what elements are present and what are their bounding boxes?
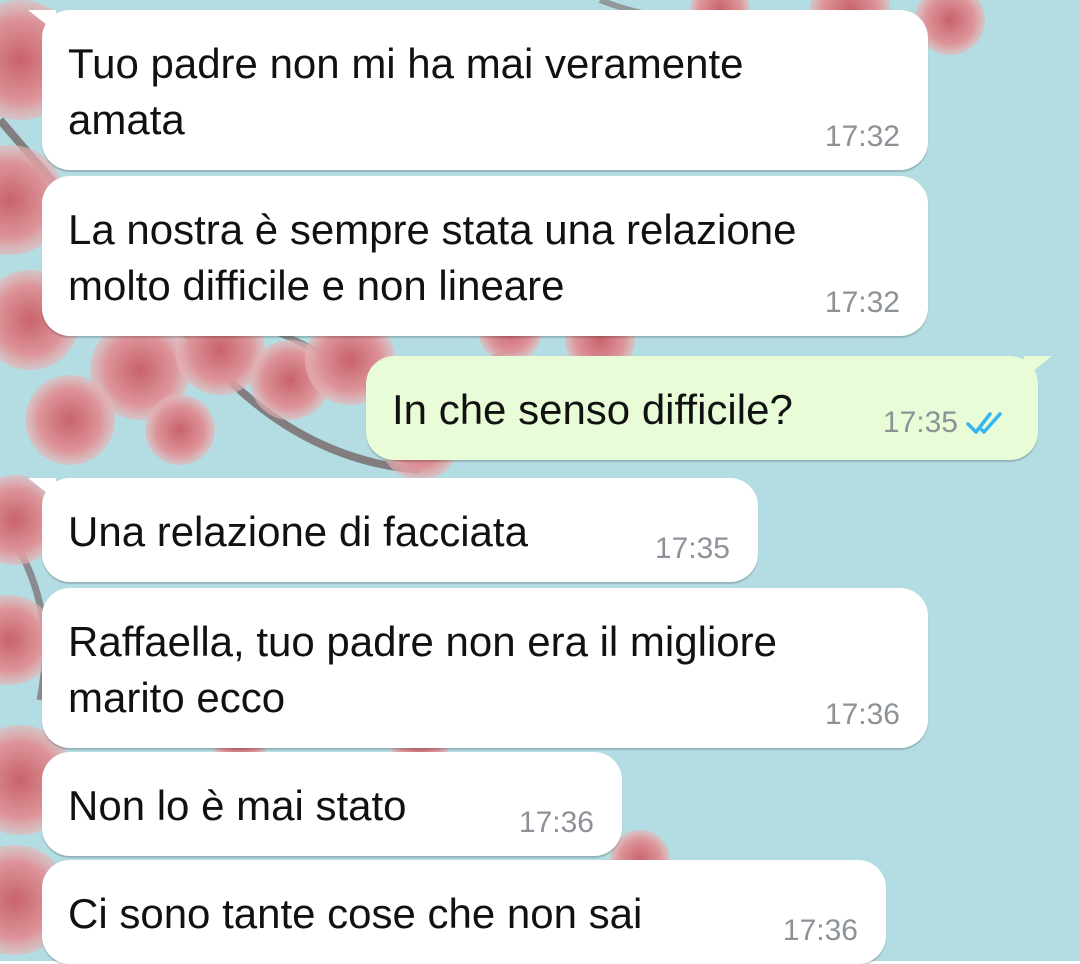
message-meta: 17:32	[825, 286, 900, 320]
message-meta: 17:36	[825, 698, 900, 732]
message-meta: 17:32	[825, 120, 900, 154]
incoming-message-bubble[interactable]: Raffaella, tuo padre non era il migliore…	[42, 588, 928, 748]
message-time: 17:32	[824, 120, 900, 153]
message-text: Raffaella, tuo padre non era il migliore…	[68, 618, 777, 721]
message-text: Una relazione di facciata	[68, 508, 528, 555]
message-text: Non lo è mai stato	[68, 782, 407, 829]
incoming-message-bubble[interactable]: Tuo padre non mi ha mai veramente amata …	[28, 10, 928, 170]
incoming-message-bubble[interactable]: Una relazione di facciata 17:35	[28, 478, 758, 582]
message-time: 17:36	[824, 698, 900, 731]
message-meta: 17:36	[519, 806, 594, 840]
bubble-tail	[28, 478, 56, 500]
double-check-icon	[966, 410, 1010, 436]
incoming-message-bubble[interactable]: Non lo è mai stato 17:36	[42, 752, 622, 856]
message-text: In che senso difficile?	[392, 386, 793, 433]
message-text: La nostra è sempre stata una relazione m…	[68, 206, 797, 309]
message-time: 17:36	[518, 806, 594, 839]
message-time: 17:35	[882, 406, 958, 439]
message-time: 17:35	[654, 532, 730, 565]
message-meta: 17:35	[655, 532, 730, 566]
message-meta: 17:35	[883, 406, 1010, 440]
bubble-tail	[28, 10, 56, 32]
bubble-tail	[1024, 356, 1052, 378]
message-meta: 17:36	[783, 914, 858, 948]
message-text: Tuo padre non mi ha mai veramente amata	[68, 40, 744, 143]
message-time: 17:32	[824, 286, 900, 319]
message-text: Ci sono tante cose che non sai	[68, 890, 643, 937]
message-time: 17:36	[782, 914, 858, 947]
message-list[interactable]: Tuo padre non mi ha mai veramente amata …	[0, 0, 1080, 964]
incoming-message-bubble[interactable]: Ci sono tante cose che non sai 17:36	[42, 860, 886, 964]
incoming-message-bubble[interactable]: La nostra è sempre stata una relazione m…	[42, 176, 928, 336]
outgoing-message-bubble[interactable]: In che senso difficile? 17:35	[366, 356, 1052, 460]
